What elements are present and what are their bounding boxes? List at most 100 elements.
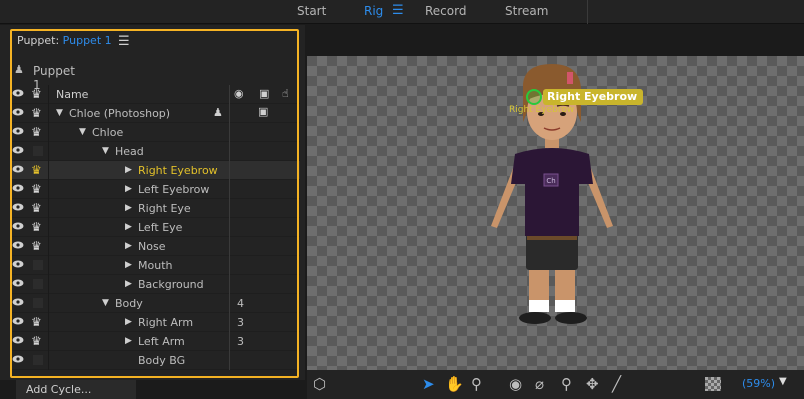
layer-name: Left Eyebrow — [138, 183, 210, 196]
crown-icon[interactable]: ♛ — [31, 87, 42, 101]
eye-icon[interactable] — [12, 222, 24, 230]
eye-icon[interactable] — [12, 184, 24, 192]
eye-icon[interactable] — [12, 108, 24, 116]
layer-name: Right Eyebrow — [138, 164, 218, 177]
layer-row[interactable]: ♛ ▶ Left Arm 3 — [10, 332, 300, 351]
expand-down-icon[interactable]: ▼ — [102, 294, 109, 313]
puppet-label: Puppet: — [17, 34, 60, 47]
hand-column-icon[interactable]: ☝ — [282, 87, 289, 100]
layer-row[interactable]: ♛ ▶ Left Eyebrow — [10, 180, 300, 199]
tab-start[interactable]: Start — [297, 4, 326, 18]
layer-name: Mouth — [138, 259, 173, 272]
camera-column-icon[interactable]: ▣ — [259, 87, 269, 100]
layer-name: Chloe (Photoshop) — [69, 107, 171, 120]
crown-icon[interactable]: ♛ — [31, 334, 42, 348]
expand-down-icon[interactable]: ▼ — [102, 142, 109, 161]
eye-icon[interactable] — [12, 260, 24, 268]
expand-right-icon[interactable]: ▶ — [125, 275, 132, 294]
layer-row[interactable]: ▶ Background — [10, 275, 300, 294]
eye-icon[interactable] — [12, 146, 24, 154]
layer-tooltip: Right Eyebrow — [543, 89, 644, 105]
puppet-warp-icon[interactable]: ⬡ — [313, 375, 326, 393]
layer-row[interactable]: ♛ ▶ Left Eye — [10, 218, 300, 237]
layer-row[interactable]: ♛ ▶ Right Arm 3 — [10, 313, 300, 332]
crown-icon[interactable]: ♛ — [31, 106, 42, 120]
crown-toggle-empty[interactable] — [33, 298, 43, 308]
mode-tab-bar: Start Rig ☰ Record Stream — [0, 0, 804, 24]
crown-icon[interactable]: ♛ — [31, 315, 42, 329]
layer-row[interactable]: ♛ ▼ Chloe — [10, 123, 300, 142]
camera-icon[interactable]: ▣ — [258, 105, 268, 118]
behavior-count: 3 — [237, 335, 244, 348]
expand-right-icon[interactable]: ▶ — [125, 237, 132, 256]
layer-row[interactable]: ▼ Body 4 — [10, 294, 300, 313]
puppet-figure-icon: ♟ — [14, 63, 24, 76]
tab-stream[interactable]: Stream — [505, 4, 548, 18]
expand-right-icon[interactable]: ▶ — [125, 332, 132, 351]
expand-down-icon[interactable]: ▼ — [56, 104, 63, 123]
eye-icon[interactable] — [12, 298, 24, 306]
crown-icon[interactable]: ♛ — [31, 163, 42, 177]
pin-icon[interactable]: ⚲ — [561, 375, 572, 393]
expand-right-icon[interactable]: ▶ — [125, 161, 132, 180]
layer-name: Head — [115, 145, 144, 158]
eye-icon[interactable] — [12, 336, 24, 344]
crown-toggle-empty[interactable] — [33, 279, 43, 289]
tab-record[interactable]: Record — [425, 4, 466, 18]
zoom-level[interactable]: (59%) — [742, 377, 775, 390]
crown-icon[interactable]: ♛ — [31, 182, 42, 196]
eye-icon[interactable] — [12, 89, 24, 97]
select-arrow-icon[interactable]: ➤ — [422, 375, 435, 393]
add-cycle-button[interactable]: Add Cycle... — [16, 380, 136, 399]
stick-icon[interactable]: ╱ — [612, 375, 621, 393]
tab-rig[interactable]: Rig — [364, 4, 383, 18]
right-eyebrow-handle[interactable] — [526, 89, 542, 105]
expand-right-icon[interactable]: ▶ — [125, 256, 132, 275]
layer-row[interactable]: ▼ Head — [10, 142, 300, 161]
puppet-name-link[interactable]: Puppet 1 — [63, 34, 112, 47]
layer-name: Body BG — [138, 354, 186, 367]
eye-icon[interactable] — [12, 279, 24, 287]
layer-row[interactable]: Body BG — [10, 351, 300, 370]
layer-name: Left Arm — [138, 335, 185, 348]
layer-row[interactable]: ♛ ▶ Right Eye — [10, 199, 300, 218]
eye-icon[interactable] — [12, 355, 24, 363]
eye-icon[interactable] — [12, 165, 24, 173]
crown-icon[interactable]: ♛ — [31, 201, 42, 215]
crown-toggle-empty[interactable] — [33, 260, 43, 270]
panel-menu-icon[interactable]: ☰ — [118, 34, 130, 49]
eye-icon[interactable] — [12, 241, 24, 249]
layer-row[interactable]: ♛ ▼ Chloe (Photoshop) ♟ ▣ — [10, 104, 300, 123]
crown-icon[interactable]: ♛ — [31, 220, 42, 234]
origin-icon[interactable]: ◉ — [509, 375, 522, 393]
zoom-icon[interactable]: ⚲ — [471, 375, 482, 393]
layer-row[interactable]: ♛ ▶ Nose — [10, 237, 300, 256]
hamburger-menu-icon[interactable]: ☰ — [392, 3, 404, 18]
behavior-count: 3 — [237, 316, 244, 329]
eye-icon[interactable] — [12, 203, 24, 211]
move-handle-icon[interactable]: ✥ — [586, 375, 599, 393]
crown-toggle-empty[interactable] — [33, 146, 43, 156]
crown-icon[interactable]: ♛ — [31, 125, 42, 139]
layer-row[interactable]: ▶ Mouth — [10, 256, 300, 275]
left-shoe — [519, 312, 551, 324]
dragger-icon[interactable]: ⌀ — [535, 375, 544, 393]
hand-icon[interactable]: ✋ — [445, 375, 464, 393]
handle-label: Right Eyebrow — [509, 105, 575, 115]
crown-icon[interactable]: ♛ — [31, 239, 42, 253]
layer-row[interactable]: ♛ ▶ Right Eyebrow — [10, 161, 300, 180]
expand-right-icon[interactable]: ▶ — [125, 313, 132, 332]
expand-right-icon[interactable]: ▶ — [125, 180, 132, 199]
eye-icon[interactable] — [12, 317, 24, 325]
crown-toggle-empty[interactable] — [33, 355, 43, 365]
expand-right-icon[interactable]: ▶ — [125, 218, 132, 237]
zoom-dropdown-icon[interactable]: ▼ — [779, 376, 787, 387]
origin-column-icon[interactable]: ◉ — [234, 87, 244, 100]
shirt-logo-text: Ch — [546, 177, 555, 185]
name-column-header: Name — [56, 88, 89, 101]
checkerboard-icon[interactable] — [705, 377, 721, 391]
hair-clip — [567, 72, 573, 84]
expand-down-icon[interactable]: ▼ — [79, 123, 86, 142]
eye-icon[interactable] — [12, 127, 24, 135]
expand-right-icon[interactable]: ▶ — [125, 199, 132, 218]
